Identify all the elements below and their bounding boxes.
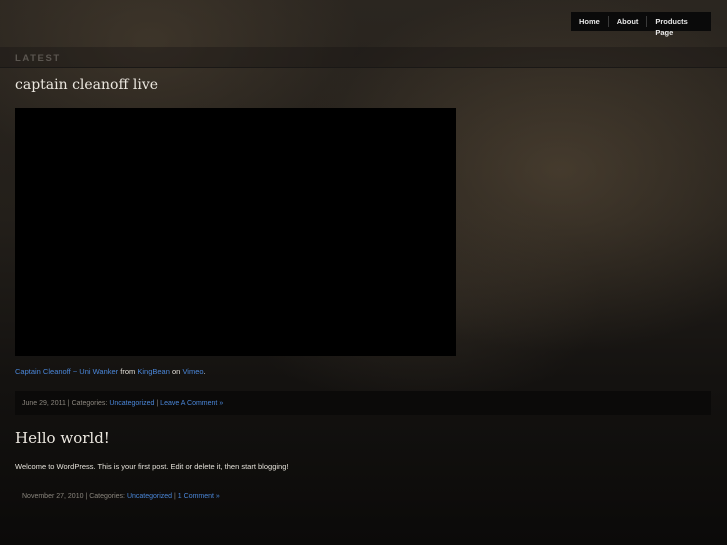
post-title[interactable]: Hello world!	[15, 429, 110, 447]
post-date: November 27, 2010	[22, 492, 84, 500]
meta-separator: | Categories:	[65, 399, 110, 407]
nav-home[interactable]: Home	[571, 16, 608, 27]
post-meta-text: November 27, 2010 | Categories: Uncatego…	[15, 493, 220, 500]
main-nav: Home About Products Page	[571, 12, 711, 37]
caption-period: .	[203, 367, 206, 376]
category-link[interactable]: Uncategorized	[109, 400, 154, 407]
video-caption: Captain Cleanoff ~ Uni Wanker from KingB…	[15, 367, 206, 376]
caption-text: on	[172, 367, 181, 376]
section-label: LATEST	[15, 53, 61, 64]
comments-link[interactable]: Leave A Comment »	[160, 400, 223, 407]
post-meta: June 29, 2011 | Categories: Uncategorize…	[15, 391, 711, 415]
post-date: June 29, 2011	[22, 399, 66, 407]
category-link[interactable]: Uncategorized	[127, 493, 172, 500]
author-link[interactable]: KingBean	[137, 367, 170, 376]
meta-separator: | Categories:	[83, 492, 127, 500]
post-body: Welcome to WordPress. This is your first…	[15, 462, 289, 471]
post-meta-text: June 29, 2011 | Categories: Uncategorize…	[15, 400, 223, 407]
post-meta: November 27, 2010 | Categories: Uncatego…	[15, 484, 711, 508]
caption-text: from	[120, 367, 136, 376]
nav-products-page[interactable]: Products Page	[647, 16, 711, 37]
video-title-link[interactable]: Captain Cleanoff ~ Uni Wanker	[15, 367, 118, 376]
comments-link[interactable]: 1 Comment »	[178, 493, 220, 500]
video-player[interactable]	[15, 108, 456, 356]
post-title[interactable]: captain cleanoff live	[15, 77, 158, 93]
section-header-bar	[0, 47, 727, 68]
vimeo-link[interactable]: Vimeo	[182, 367, 203, 376]
nav-about[interactable]: About	[609, 16, 647, 27]
